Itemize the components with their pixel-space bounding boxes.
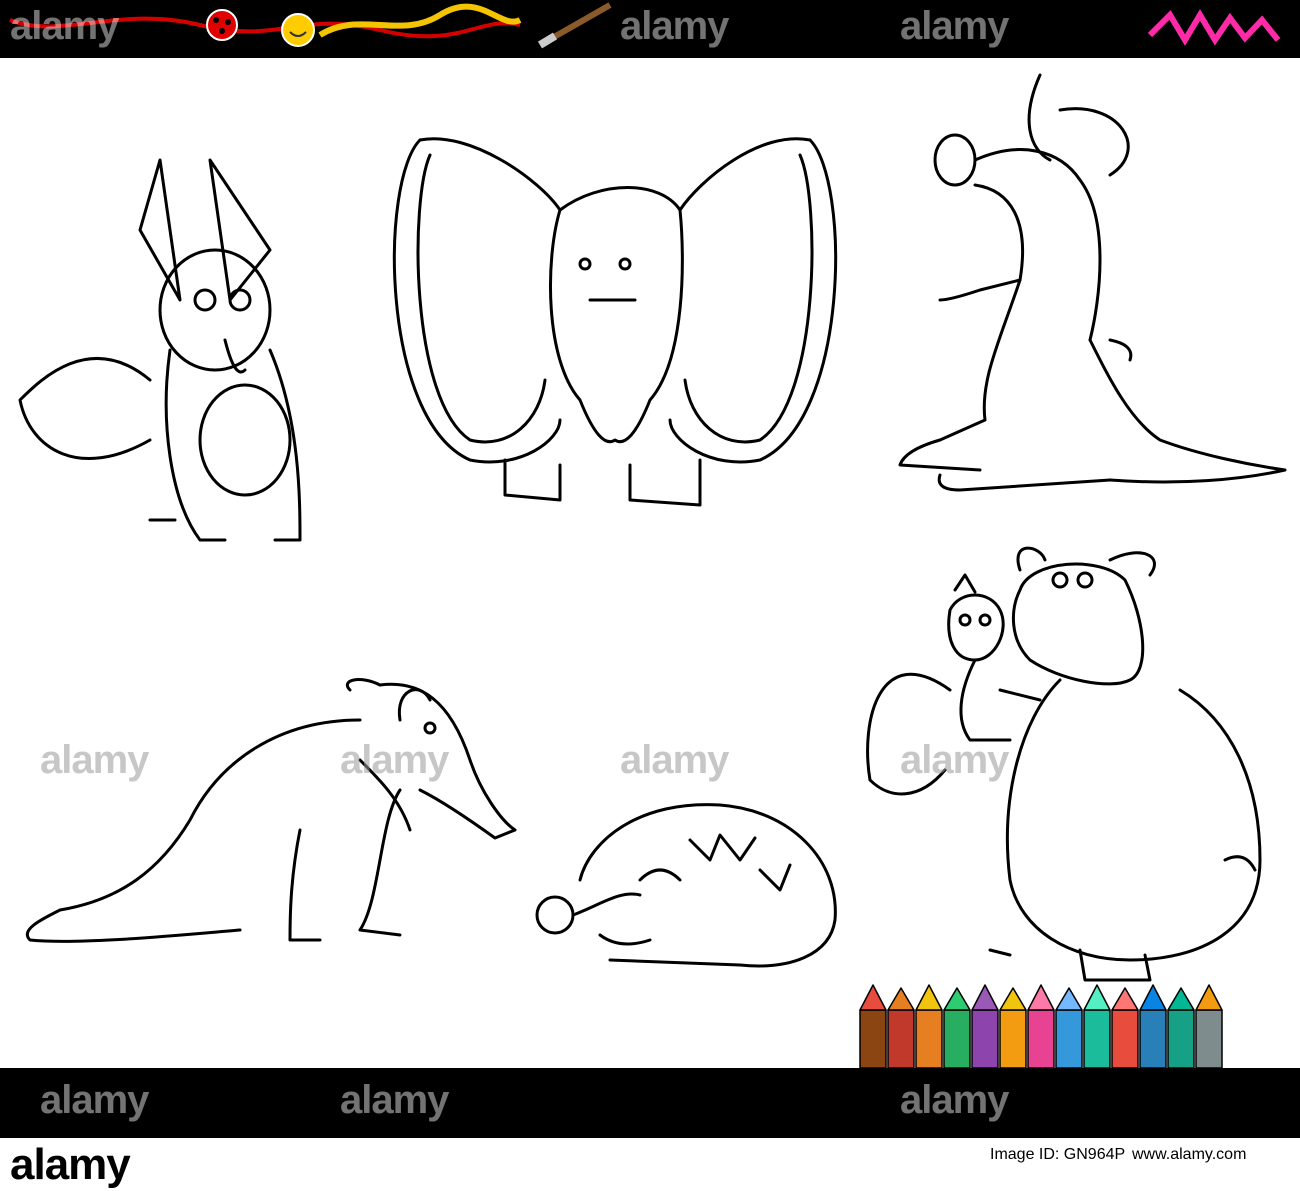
- watermark: alamy: [10, 4, 119, 48]
- hedgehog-illustration: [535, 803, 837, 968]
- watermark: alamy: [900, 1078, 1009, 1122]
- watermark: alamy: [900, 738, 1009, 782]
- animal-illustrations: [18, 73, 1287, 1068]
- kangaroo-illustration: [898, 73, 1287, 492]
- anteater-illustration: [26, 678, 517, 943]
- watermark: alamy: [40, 738, 149, 782]
- watermark: alamy: [620, 4, 729, 48]
- bear-illustration: [988, 546, 1262, 982]
- watermark: alamy: [40, 1078, 149, 1122]
- yellow-paint-icon: [318, 3, 522, 38]
- watermark: alamy: [900, 4, 1009, 48]
- magenta-scribble-icon: [1147, 9, 1281, 46]
- bottom-banner: alamy alamy alamy: [0, 1068, 1300, 1138]
- colored-pencils-illustration: [859, 984, 1223, 1068]
- watermark: alamy: [340, 738, 449, 782]
- footer-url-link[interactable]: www.alamy.com: [1132, 1146, 1246, 1164]
- coloring-page: alamy alamy alamy alamy: [0, 58, 1300, 1068]
- stock-footer: alamy Image ID: GN964P www.alamy.com: [0, 1138, 1300, 1191]
- image-id-label: Image ID: GN964P: [990, 1146, 1126, 1163]
- watermark: alamy: [620, 738, 729, 782]
- watermark: alamy: [340, 1078, 449, 1122]
- elephant-illustration: [392, 137, 838, 507]
- paintbrush-icon: [537, 2, 612, 49]
- fox-illustration: [18, 158, 302, 542]
- top-banner: alamy alamy alamy: [0, 0, 1300, 58]
- sun-icon: [281, 13, 315, 47]
- footer-logo: alamy: [10, 1140, 131, 1189]
- ladybug-icon: [206, 9, 238, 41]
